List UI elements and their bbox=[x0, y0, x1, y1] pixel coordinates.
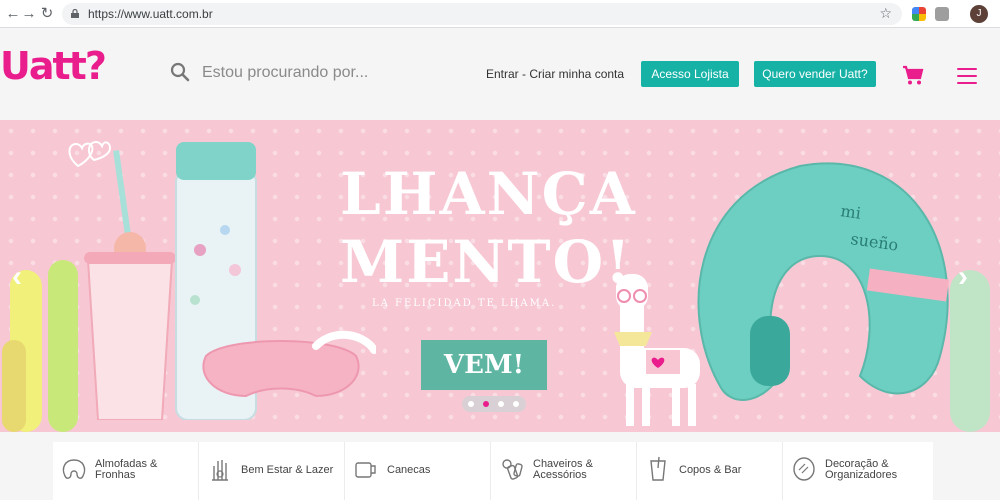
category-chaveiros[interactable]: Chaveiros & Acessórios bbox=[491, 442, 637, 500]
browser-toolbar: ← → ↻ https://www.uatt.com.br ☆ J bbox=[0, 0, 1000, 28]
lojista-button[interactable]: Acesso Lojista bbox=[641, 61, 739, 87]
neck-pillow-image: mi sueño bbox=[697, 162, 950, 401]
site-header: Uatt? Entrar - Criar minha conta Acesso … bbox=[0, 28, 1000, 120]
category-label: Canecas bbox=[387, 464, 431, 476]
slide-dot-3[interactable] bbox=[498, 401, 504, 407]
keychain-icon bbox=[502, 459, 523, 480]
category-copos[interactable]: Copos & Bar bbox=[637, 442, 783, 500]
svg-text:mi: mi bbox=[839, 201, 862, 223]
address-bar[interactable]: https://www.uatt.com.br ☆ bbox=[62, 3, 902, 25]
banner-tagline: LA FELICIDAD TE LHAMA. bbox=[372, 298, 557, 309]
hand-icon bbox=[212, 460, 228, 481]
headline-line-1: LHANÇA bbox=[340, 160, 637, 228]
category-bar: Almofadas & Fronhas Bem Estar & Lazer Can… bbox=[53, 442, 933, 500]
category-label: Almofadas & Fronhas bbox=[95, 458, 158, 481]
extension-gray-icon[interactable] bbox=[935, 7, 949, 21]
banner-next-arrow-icon[interactable]: › bbox=[958, 260, 968, 294]
vem-button[interactable]: VEM! bbox=[421, 340, 547, 390]
category-label: Chaveiros & Acessórios bbox=[533, 458, 593, 481]
category-label: Decoração & Organizadores bbox=[825, 458, 898, 481]
url-text: https://www.uatt.com.br bbox=[88, 7, 213, 21]
pillow-icon bbox=[62, 459, 86, 479]
mirror-icon bbox=[793, 457, 815, 481]
bookmark-star-icon[interactable]: ☆ bbox=[879, 5, 892, 22]
category-canecas[interactable]: Canecas bbox=[345, 442, 491, 500]
cup-icon bbox=[650, 456, 666, 481]
category-label: Bem Estar & Lazer bbox=[241, 464, 334, 476]
slide-dot-4[interactable] bbox=[513, 401, 519, 407]
category-decoracao[interactable]: Decoração & Organizadores bbox=[783, 442, 929, 500]
category-almofadas[interactable]: Almofadas & Fronhas bbox=[53, 442, 199, 500]
cart-icon[interactable] bbox=[902, 64, 924, 86]
vender-button[interactable]: Quero vender Uatt? bbox=[754, 61, 876, 87]
sleep-mask-image bbox=[202, 330, 376, 398]
category-bem-estar[interactable]: Bem Estar & Lazer bbox=[199, 442, 345, 500]
slide-dot-2-active[interactable] bbox=[483, 401, 489, 407]
reload-icon[interactable]: ↻ bbox=[38, 5, 56, 23]
hamburger-menu-icon[interactable] bbox=[957, 68, 977, 84]
cactus-right-illustration bbox=[950, 270, 990, 432]
login-link[interactable]: Entrar - Criar minha conta bbox=[486, 67, 624, 81]
headline-line-2: MENTO! bbox=[340, 228, 633, 296]
banner-prev-arrow-icon[interactable]: ‹ bbox=[12, 260, 22, 294]
mug-icon bbox=[355, 462, 376, 478]
extension-color-icon[interactable] bbox=[912, 7, 926, 21]
banner-headline: LHANÇA MENTO! bbox=[340, 160, 637, 296]
search-box bbox=[170, 58, 460, 88]
forward-icon[interactable]: → bbox=[20, 5, 38, 23]
category-label: Copos & Bar bbox=[679, 464, 742, 476]
profile-avatar[interactable]: J bbox=[970, 5, 988, 23]
hero-banner[interactable]: LHANÇA MENTO! LA FELICIDAD TE LHAMA. VEM… bbox=[0, 120, 1000, 432]
search-input[interactable] bbox=[202, 58, 452, 88]
lock-icon bbox=[71, 9, 79, 18]
search-icon[interactable] bbox=[170, 62, 190, 82]
slider-indicators bbox=[462, 396, 526, 412]
slide-dot-1[interactable] bbox=[468, 401, 474, 407]
uatt-logo[interactable]: Uatt? bbox=[0, 44, 107, 88]
